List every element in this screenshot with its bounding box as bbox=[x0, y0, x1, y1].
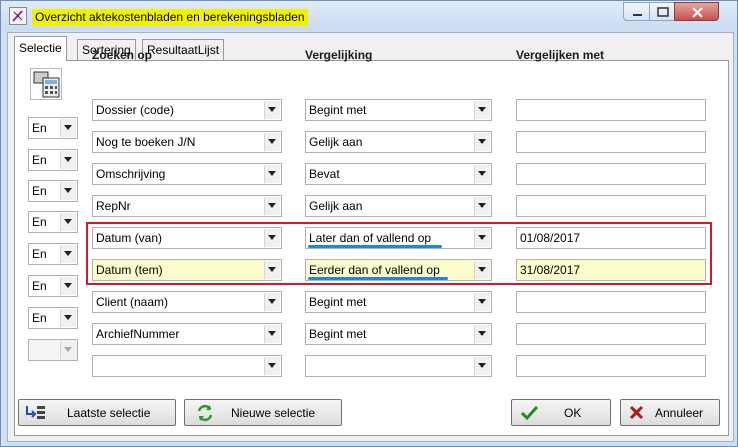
window-title: Overzicht aktekostenbladen en berekening… bbox=[32, 9, 308, 26]
chevron-down-icon[interactable] bbox=[474, 357, 490, 375]
chevron-down-icon[interactable] bbox=[60, 277, 76, 295]
chevron-down-icon[interactable] bbox=[474, 101, 490, 119]
chevron-down-icon[interactable] bbox=[474, 325, 490, 343]
chevron-down-icon[interactable] bbox=[474, 293, 490, 311]
refresh-icon bbox=[197, 404, 213, 422]
value-input[interactable] bbox=[516, 355, 706, 377]
chevron-down-icon[interactable] bbox=[60, 119, 76, 137]
title-bar[interactable]: Overzicht aktekostenbladen en berekening… bbox=[1, 1, 737, 31]
chevron-down-icon[interactable] bbox=[474, 133, 490, 151]
value-input[interactable] bbox=[516, 131, 706, 153]
comparison-select[interactable]: Gelijk aan bbox=[305, 195, 492, 217]
chevron-down-icon[interactable] bbox=[474, 165, 490, 183]
comparison-select[interactable] bbox=[305, 355, 492, 377]
minimize-button[interactable] bbox=[623, 2, 650, 21]
close-button[interactable] bbox=[674, 2, 719, 21]
logic-select[interactable]: En bbox=[28, 275, 78, 297]
calculator-icon[interactable] bbox=[30, 68, 62, 100]
tab-selectie[interactable]: Selectie bbox=[14, 36, 67, 61]
chevron-down-icon[interactable] bbox=[60, 151, 76, 169]
comparison-select[interactable]: Begint met bbox=[305, 99, 492, 121]
maximize-button[interactable] bbox=[649, 2, 675, 21]
logic-select[interactable]: En bbox=[28, 307, 78, 329]
comparison-select[interactable]: Begint met bbox=[305, 291, 492, 313]
field-select[interactable]: ArchiefNummer bbox=[92, 323, 282, 345]
list-arrow-icon bbox=[26, 406, 45, 419]
logic-select[interactable]: En bbox=[28, 149, 78, 171]
logic-select[interactable]: En bbox=[28, 117, 78, 139]
chevron-down-icon[interactable] bbox=[264, 197, 280, 215]
logic-select[interactable]: En bbox=[28, 243, 78, 265]
field-select[interactable] bbox=[92, 355, 282, 377]
value-input[interactable] bbox=[516, 99, 706, 121]
logic-select[interactable] bbox=[28, 339, 78, 361]
chevron-down-icon[interactable] bbox=[60, 309, 76, 327]
tab-resultaatlijst[interactable]: ResultaatLijst bbox=[142, 39, 225, 60]
field-select[interactable]: Nog te boeken J/N bbox=[92, 131, 282, 153]
comparison-select[interactable]: Begint met bbox=[305, 323, 492, 345]
chevron-down-icon[interactable] bbox=[264, 165, 280, 183]
field-select[interactable]: Dossier (code) bbox=[92, 99, 282, 121]
value-input[interactable] bbox=[516, 195, 706, 217]
value-input[interactable] bbox=[516, 163, 706, 185]
chevron-down-icon[interactable] bbox=[60, 182, 76, 200]
chevron-down-icon[interactable] bbox=[60, 213, 76, 231]
chevron-down-icon[interactable] bbox=[264, 293, 280, 311]
chevron-down-icon[interactable] bbox=[60, 341, 76, 359]
logic-select[interactable]: En bbox=[28, 211, 78, 233]
header-compare-with: Vergelijken met bbox=[516, 48, 605, 62]
chevron-down-icon[interactable] bbox=[264, 325, 280, 343]
field-select[interactable]: RepNr bbox=[92, 195, 282, 217]
chevron-down-icon[interactable] bbox=[474, 197, 490, 215]
comparison-select[interactable]: Bevat bbox=[305, 163, 492, 185]
new-selection-button[interactable]: Nieuwe selectie bbox=[184, 399, 342, 426]
chevron-down-icon[interactable] bbox=[264, 101, 280, 119]
chevron-down-icon[interactable] bbox=[264, 133, 280, 151]
value-input[interactable] bbox=[516, 291, 706, 313]
close-icon bbox=[629, 405, 644, 420]
cancel-button[interactable]: Annuleer bbox=[620, 399, 720, 426]
last-selection-button[interactable]: Laatste selectie bbox=[18, 399, 176, 426]
comparison-select[interactable]: Gelijk aan bbox=[305, 131, 492, 153]
chevron-down-icon[interactable] bbox=[60, 245, 76, 263]
ok-button[interactable]: OK bbox=[511, 399, 611, 426]
checkmark-icon bbox=[520, 405, 539, 421]
app-icon bbox=[9, 7, 27, 25]
logic-select[interactable]: En bbox=[28, 180, 78, 202]
value-input[interactable] bbox=[516, 323, 706, 345]
field-select[interactable]: Omschrijving bbox=[92, 163, 282, 185]
field-select[interactable]: Client (naam) bbox=[92, 291, 282, 313]
header-comparison: Vergelijking bbox=[305, 48, 373, 62]
chevron-down-icon[interactable] bbox=[264, 357, 280, 375]
header-search-on: Zoeken op bbox=[92, 48, 153, 62]
annotation-box bbox=[86, 222, 712, 285]
